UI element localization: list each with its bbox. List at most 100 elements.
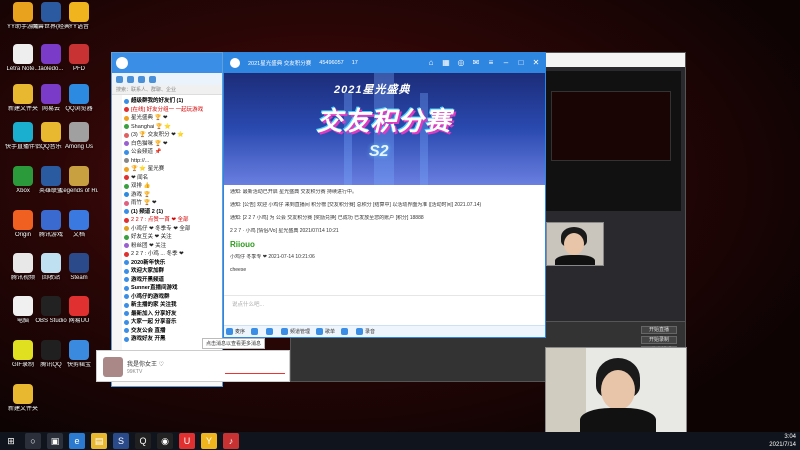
qq-contacts-window[interactable]: 搜索：联系人、群聊、企业 超级群我的好友们 (1) [在线] 好友分组一 一起玩游…	[111, 52, 223, 387]
edge-icon[interactable]: e	[69, 433, 85, 449]
contact-group[interactable]: 大家一起 分享音乐	[124, 318, 222, 327]
contact-row[interactable]: http://...	[124, 157, 222, 166]
contact-group[interactable]: 超级群我的好友们 (1)	[124, 97, 222, 106]
toolbar-button[interactable]: 频道管理	[281, 328, 310, 335]
explorer-icon[interactable]: ▤	[91, 433, 107, 449]
contact-row[interactable]: ❤ 闻名	[124, 174, 222, 183]
chat-message[interactable]: 小鸡仔 冬季专 ❤ 2021-07-14 10:21:06	[230, 254, 539, 261]
music-player[interactable]: 我是你女王 ♡ 99KTV	[96, 350, 290, 382]
contacts-icon[interactable]	[116, 75, 123, 83]
desktop-icon[interactable]: QQ浏览器	[60, 84, 98, 113]
game-icon[interactable]: ◎	[456, 57, 466, 67]
contact-row[interactable]: 雨竹 🏆 ❤	[124, 199, 222, 208]
desktop-icon[interactable]: Legends of Runeterra	[60, 166, 98, 195]
contact-row[interactable]: 小鸡仔 ❤ 冬季专 ❤ 全部	[124, 225, 222, 234]
desktop-icon[interactable]: 文档	[60, 210, 98, 239]
status-dot-icon	[124, 115, 129, 121]
contact-group[interactable]: 游戏开黑频道	[124, 276, 222, 285]
group-icon[interactable]	[127, 75, 134, 83]
obs-taskbar-icon[interactable]: ◉	[157, 433, 173, 449]
chat-message[interactable]: Riiouo	[230, 241, 539, 248]
chat-message[interactable]: 2 2 7 · 小鸡 [情侣/Vo] 星光盛典 2021/07/14 10:21	[230, 228, 539, 235]
contact-row[interactable]: 2 2 7 : 点赞一首 ❤ 全部	[124, 216, 222, 225]
desktop-icon[interactable]: Among Us	[60, 122, 98, 151]
app-icon	[41, 340, 61, 360]
desktop-icon[interactable]: Steam	[60, 253, 98, 282]
status-dot-icon	[124, 243, 129, 249]
qq-header[interactable]	[112, 53, 222, 73]
status-dot-icon	[124, 294, 129, 300]
qq-contact-list[interactable]: 超级群我的好友们 (1) [在线] 好友分组一 一起玩游戏 星光盛典 🏆 ❤ Shan…	[124, 97, 222, 354]
desktop-icon[interactable]: PFD	[60, 44, 98, 73]
toolbar-button[interactable]	[251, 328, 260, 335]
start-icon[interactable]: ⊞	[3, 433, 19, 449]
contact-row[interactable]: Shanghai 🏆 ⭐	[124, 123, 222, 132]
contact-row[interactable]: 星光盛典 🏆 ❤	[124, 114, 222, 123]
contact-label: http://...	[131, 157, 150, 164]
status-dot-icon	[124, 98, 129, 104]
mail-icon[interactable]: ✉	[471, 57, 481, 67]
chat-title-bar[interactable]: 2021星光盛典 交友积分赛 45496057 17 ⌂ ▦ ◎ ✉ ≡ – □…	[224, 53, 545, 73]
contact-group[interactable]: (1) 频道 2 (1)	[124, 208, 222, 217]
home-icon[interactable]: ⌂	[426, 57, 436, 67]
contact-row[interactable]: 2 2 7 : 小鸡 ... 冬季 ❤	[124, 250, 222, 259]
contact-group[interactable]: 2020新年快乐	[124, 259, 222, 268]
contact-row[interactable]: (3) 🏆 交友积分 ❤ ⭐	[124, 131, 222, 140]
close-icon[interactable]: ✕	[531, 57, 541, 67]
qq-search-input[interactable]: 搜索：联系人、群聊、企业	[112, 85, 222, 95]
contact-group[interactable]: 小鸡仔的游戏群	[124, 293, 222, 302]
toolbar-button[interactable]: 歌单	[316, 328, 335, 335]
app-icon	[13, 166, 33, 186]
contact-row[interactable]: [在线] 好友分组一 一起玩游戏	[124, 106, 222, 115]
contact-group[interactable]: Sunner直播间游戏	[124, 284, 222, 293]
contact-row[interactable]: 双排 👍	[124, 182, 222, 191]
desktop-icon[interactable]: YY语音	[60, 2, 98, 31]
song-progress[interactable]	[225, 373, 285, 374]
contact-group[interactable]: 交友公会 直播	[124, 327, 222, 336]
toolbar-button[interactable]	[341, 328, 350, 335]
grid-icon[interactable]: ▦	[441, 57, 451, 67]
contact-row[interactable]: 游戏 🏆	[124, 191, 222, 200]
contact-row[interactable]: 好友互关 ❤ 关注	[124, 233, 222, 242]
chat-message[interactable]: cheese	[230, 267, 539, 274]
search-icon[interactable]: ○	[25, 433, 41, 449]
uu-taskbar-icon[interactable]: U	[179, 433, 195, 449]
contact-row[interactable]: 粉丝团 ❤ 关注	[124, 242, 222, 251]
chat-message[interactable]: 通知: [2 2 7 小鸡] 为 公会 交友积分赛 [奖励兑换] 已成功 已发放…	[230, 215, 539, 222]
minimize-icon[interactable]: –	[501, 57, 511, 67]
contact-row[interactable]: 白色猫咪 🏆 ❤	[124, 140, 222, 149]
app-icon[interactable]	[149, 75, 156, 83]
toolbar-button[interactable]: 麦序	[226, 328, 245, 335]
contact-group[interactable]: 最新加入 分享好友	[124, 310, 222, 319]
message-input[interactable]: 说点什么吧...	[224, 295, 545, 327]
netease-taskbar-icon[interactable]: ♪	[223, 433, 239, 449]
input-placeholder: 说点什么吧...	[232, 302, 265, 308]
desktop-icon[interactable]: 新建文件夹	[4, 384, 42, 413]
status-dot-icon	[124, 328, 129, 334]
status-dot-icon	[124, 200, 129, 206]
desktop-icon[interactable]: 快剪辑宝	[60, 340, 98, 369]
chat-message[interactable]: 通知: 最新活动已开启 星光盛典 交友积分赛 持续进行中。	[230, 189, 539, 196]
message-area[interactable]: 通知: 最新活动已开启 星光盛典 交友积分赛 持续进行中。 通知: [公告] 欢迎…	[224, 185, 545, 297]
banner-season: S2	[369, 143, 389, 160]
system-tray[interactable]: 3:04 2021/7/14	[769, 433, 796, 449]
desktop-icon[interactable]: 网易UU	[60, 296, 98, 325]
chat-message[interactable]: 通知: [公告] 欢迎 小鸡仔 来到直播间 积分榜 [交友积分赛] 总积分 [结…	[230, 202, 539, 209]
contact-group[interactable]: 欢迎大家加群	[124, 267, 222, 276]
contact-row[interactable]: 公会频道 📌	[124, 148, 222, 157]
qq-taskbar-icon[interactable]: Q	[135, 433, 151, 449]
menu-icon[interactable]: ≡	[486, 57, 496, 67]
steam-icon[interactable]: S	[113, 433, 129, 449]
obs-control-button[interactable]: 开始直播	[641, 326, 677, 334]
contact-group[interactable]: 新主播的家 关注我	[124, 301, 222, 310]
chat-window[interactable]: 2021星光盛典 交友积分赛 45496057 17 ⌂ ▦ ◎ ✉ ≡ – □…	[223, 52, 546, 338]
message-icon[interactable]	[138, 75, 145, 83]
status-dot-icon	[124, 166, 129, 172]
task-view-icon[interactable]: ▣	[47, 433, 63, 449]
obs-control-button[interactable]: 开始录制	[641, 336, 677, 344]
maximize-icon[interactable]: □	[516, 57, 526, 67]
yy-taskbar-icon[interactable]: Y	[201, 433, 217, 449]
contact-row[interactable]: 🏆 ⭐ 星光赛	[124, 165, 222, 174]
toolbar-button[interactable]	[266, 328, 275, 335]
toolbar-button[interactable]: 录音	[356, 328, 375, 335]
